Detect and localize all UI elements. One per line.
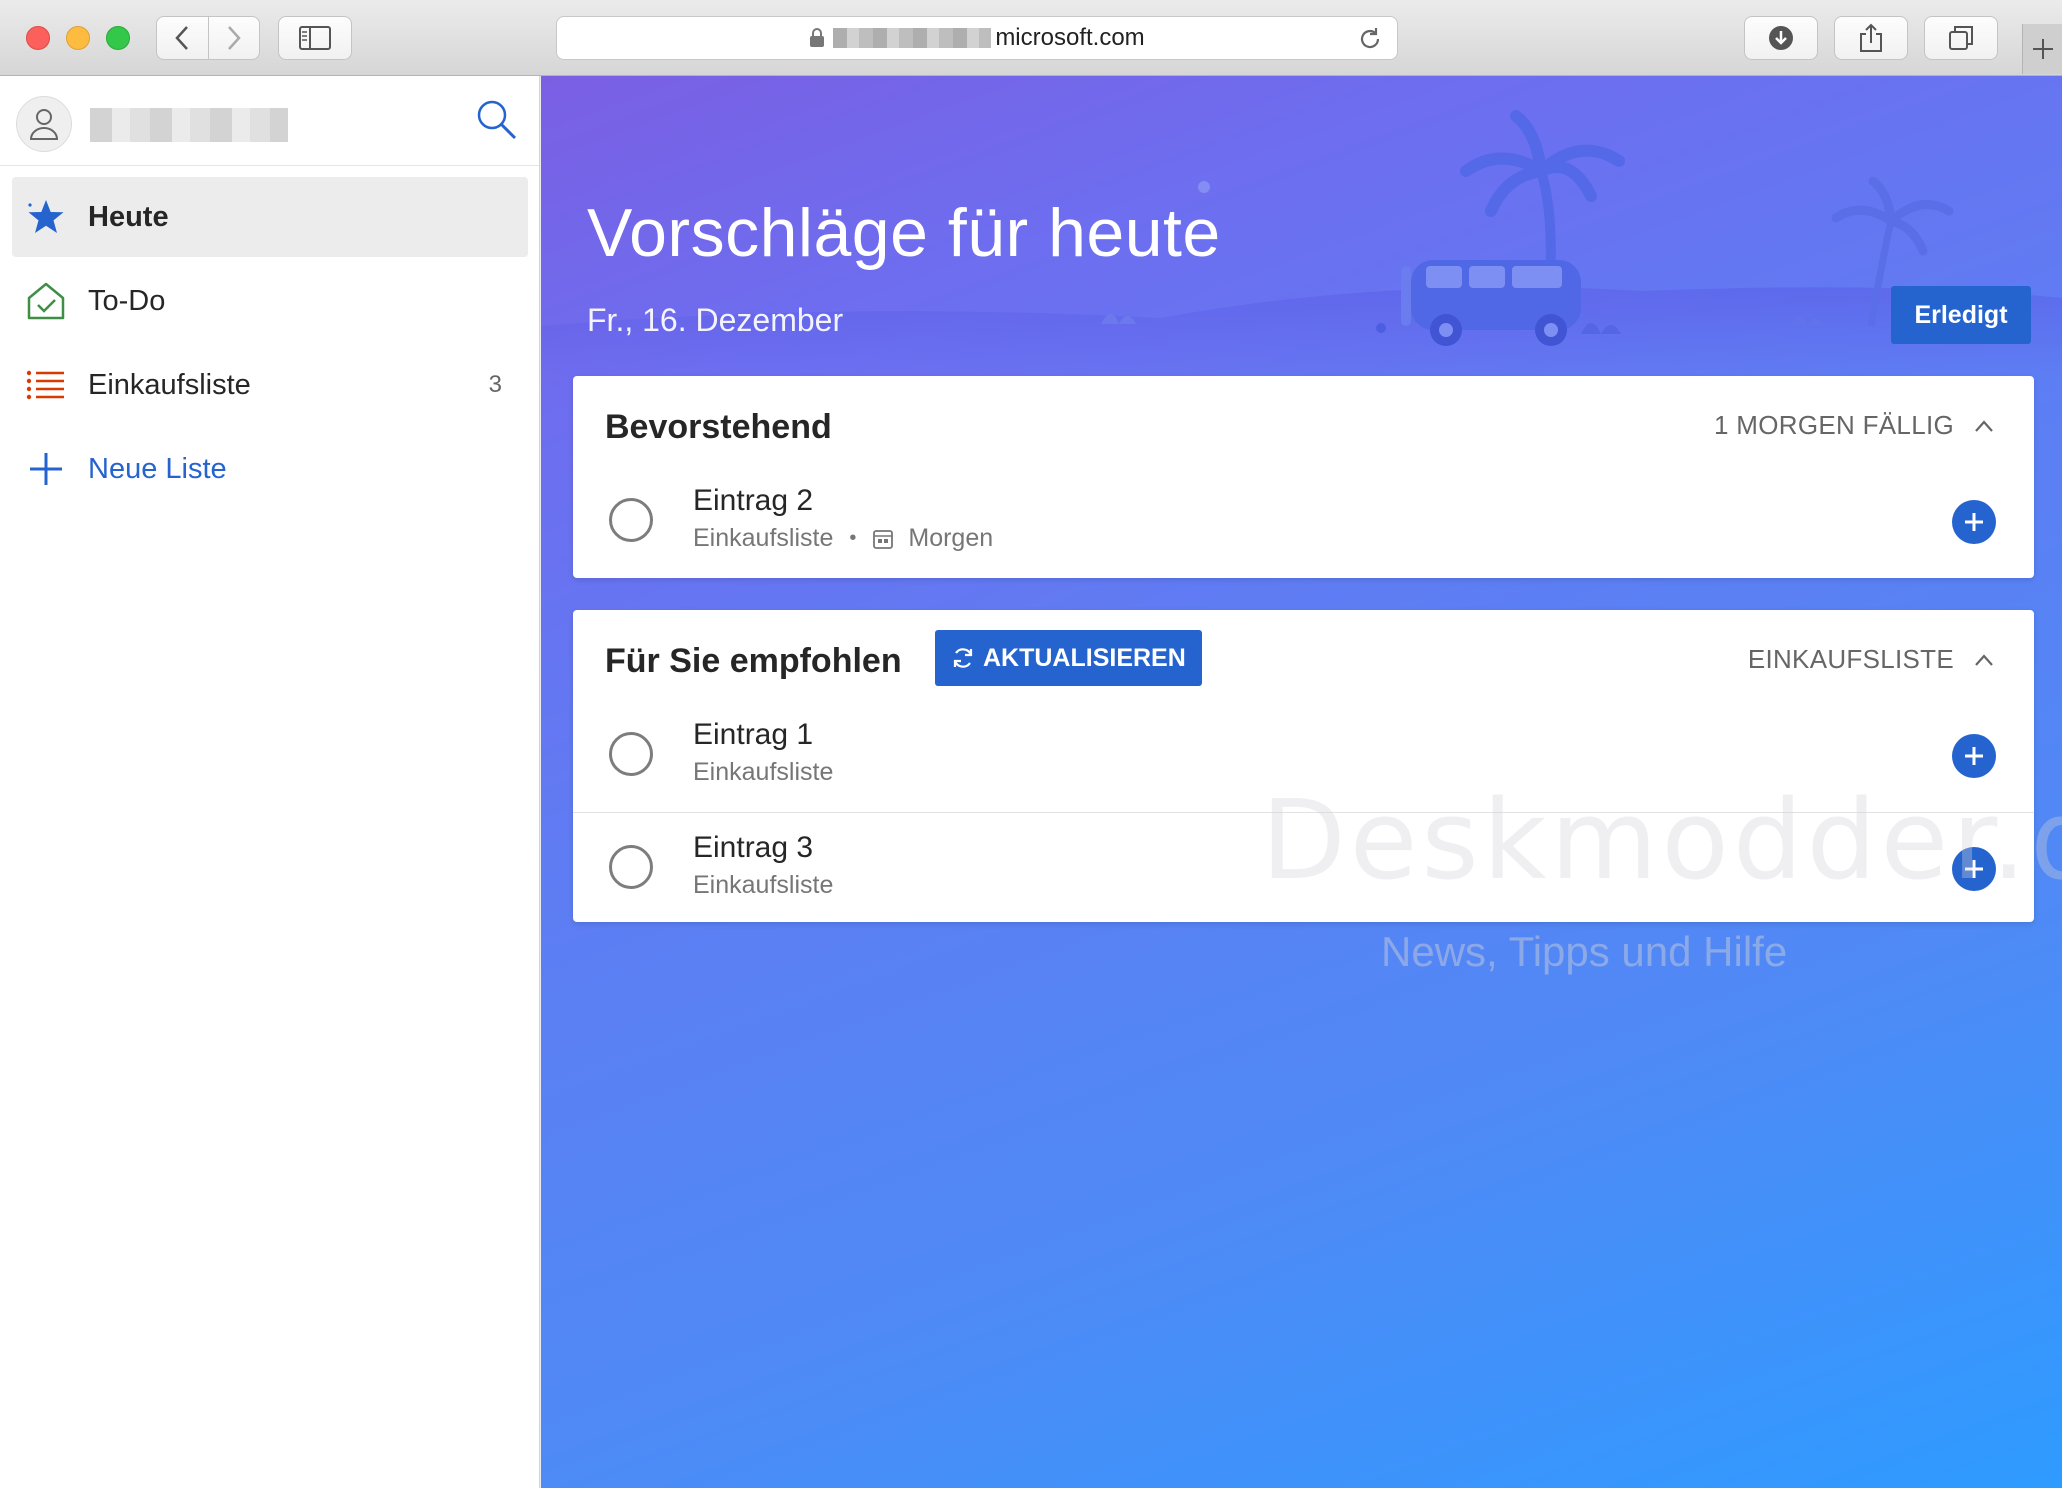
tabs-overview-button[interactable]	[1924, 16, 1998, 60]
add-to-today-button[interactable]	[1952, 847, 1996, 891]
complete-checkbox[interactable]	[609, 845, 653, 889]
chevron-up-icon	[1975, 653, 1993, 666]
chevron-up-icon	[1975, 419, 1993, 432]
task-meta: Einkaufsliste	[693, 758, 833, 787]
list-icon	[20, 359, 72, 411]
new-list-button[interactable]: Neue Liste	[12, 429, 528, 509]
complete-checkbox[interactable]	[609, 498, 653, 542]
separator-dot: •	[849, 527, 857, 549]
home-check-icon	[20, 275, 72, 327]
url-domain: microsoft.com	[995, 24, 1145, 51]
lock-icon	[810, 28, 825, 47]
task-row[interactable]: Eintrag 1 Einkaufsliste	[573, 700, 2034, 808]
recommended-collapse-toggle[interactable]: EINKAUFSLISTE	[1748, 644, 1994, 675]
card-heading: Bevorstehend	[605, 408, 832, 446]
download-icon	[1769, 26, 1793, 50]
sidebar-toggle-button[interactable]	[278, 16, 352, 60]
refresh-label: AKTUALISIEREN	[983, 643, 1186, 672]
url-redacted	[833, 28, 992, 48]
sidebar-item-einkaufsliste[interactable]: Einkaufsliste 3	[12, 345, 528, 425]
page-date: Fr., 16. Dezember	[587, 302, 844, 338]
zoom-window-button[interactable]	[106, 26, 130, 50]
plus-icon	[20, 443, 72, 495]
sidebar-item-label: Heute	[88, 200, 169, 233]
task-title: Eintrag 2	[693, 484, 814, 517]
main-pane: Vorschläge für heute Fr., 16. Dezember E…	[541, 76, 2062, 1488]
back-button[interactable]	[157, 17, 209, 59]
task-list-name: Einkaufsliste	[693, 758, 834, 786]
calendar-icon	[872, 528, 894, 550]
reload-icon[interactable]	[1357, 26, 1383, 52]
done-button[interactable]: Erledigt	[1891, 286, 2031, 344]
tabs-icon	[1949, 26, 1973, 50]
page-title: Vorschläge für heute	[587, 195, 1221, 271]
sidebar-icon	[299, 26, 331, 50]
share-icon	[1860, 23, 1882, 52]
browser-toolbar: microsoft.com	[0, 0, 2062, 76]
add-to-today-button[interactable]	[1952, 500, 1996, 544]
add-to-today-button[interactable]	[1952, 734, 1996, 778]
chevron-right-icon	[227, 26, 241, 50]
task-row[interactable]: Eintrag 2 Einkaufsliste • Morgen	[573, 466, 2034, 574]
sidebar-item-label: Einkaufsliste	[88, 368, 251, 401]
user-icon	[29, 109, 59, 140]
forward-button[interactable]	[209, 17, 260, 59]
card-heading: Für Sie empfohlen	[605, 642, 902, 680]
sidebar-item-label: To-Do	[88, 284, 166, 317]
avatar[interactable]	[16, 96, 72, 152]
sidebar-item-label: Neue Liste	[88, 452, 227, 485]
chevron-left-icon	[175, 26, 189, 50]
task-title: Eintrag 3	[693, 831, 814, 864]
list-filter: EINKAUFSLISTE	[1747, 644, 1954, 674]
new-tab-button[interactable]	[2022, 24, 2062, 74]
upcoming-card: Bevorstehend 1 MORGEN FÄLLIG Eintrag 2 E…	[573, 376, 2034, 578]
due-status: 1 MORGEN FÄLLIG	[1714, 410, 1954, 440]
task-meta: Einkaufsliste	[693, 871, 833, 900]
minimize-window-button[interactable]	[66, 26, 90, 50]
plus-icon	[1965, 513, 1983, 531]
sidebar-item-todo[interactable]: To-Do	[12, 261, 528, 341]
search-icon[interactable]	[475, 98, 519, 142]
back-forward-group	[156, 16, 260, 60]
task-list-name: Einkaufsliste	[693, 524, 834, 552]
recommended-card: Für Sie empfohlen AKTUALISIEREN EINKAUFS…	[573, 610, 2034, 922]
upcoming-collapse-toggle[interactable]: 1 MORGEN FÄLLIG	[1714, 410, 1994, 441]
task-list-name: Einkaufsliste	[693, 871, 834, 899]
sidebar: Heute To-Do Einkaufsliste 3 Neue Liste	[0, 76, 540, 1488]
address-bar[interactable]: microsoft.com	[556, 16, 1398, 60]
plus-icon	[1965, 860, 1983, 878]
refresh-icon	[953, 648, 973, 668]
watermark-subtitle: News, Tipps und Hilfe	[1381, 928, 1788, 975]
plus-icon	[2032, 39, 2053, 59]
sidebar-item-heute[interactable]: Heute	[12, 177, 528, 257]
username-redacted	[90, 108, 288, 142]
share-button[interactable]	[1834, 16, 1908, 60]
complete-checkbox[interactable]	[609, 732, 653, 776]
task-meta: Einkaufsliste • Morgen	[693, 524, 993, 553]
plus-icon	[1965, 747, 1983, 765]
refresh-button[interactable]: AKTUALISIEREN	[935, 630, 1202, 686]
task-title: Eintrag 1	[693, 718, 814, 751]
task-due: Morgen	[908, 524, 994, 552]
item-count-badge: 3	[488, 371, 502, 398]
close-window-button[interactable]	[26, 26, 50, 50]
task-row[interactable]: Eintrag 3 Einkaufsliste	[573, 812, 2034, 920]
profile-header	[0, 76, 539, 166]
star-icon	[20, 191, 72, 243]
downloads-button[interactable]	[1744, 16, 1818, 60]
